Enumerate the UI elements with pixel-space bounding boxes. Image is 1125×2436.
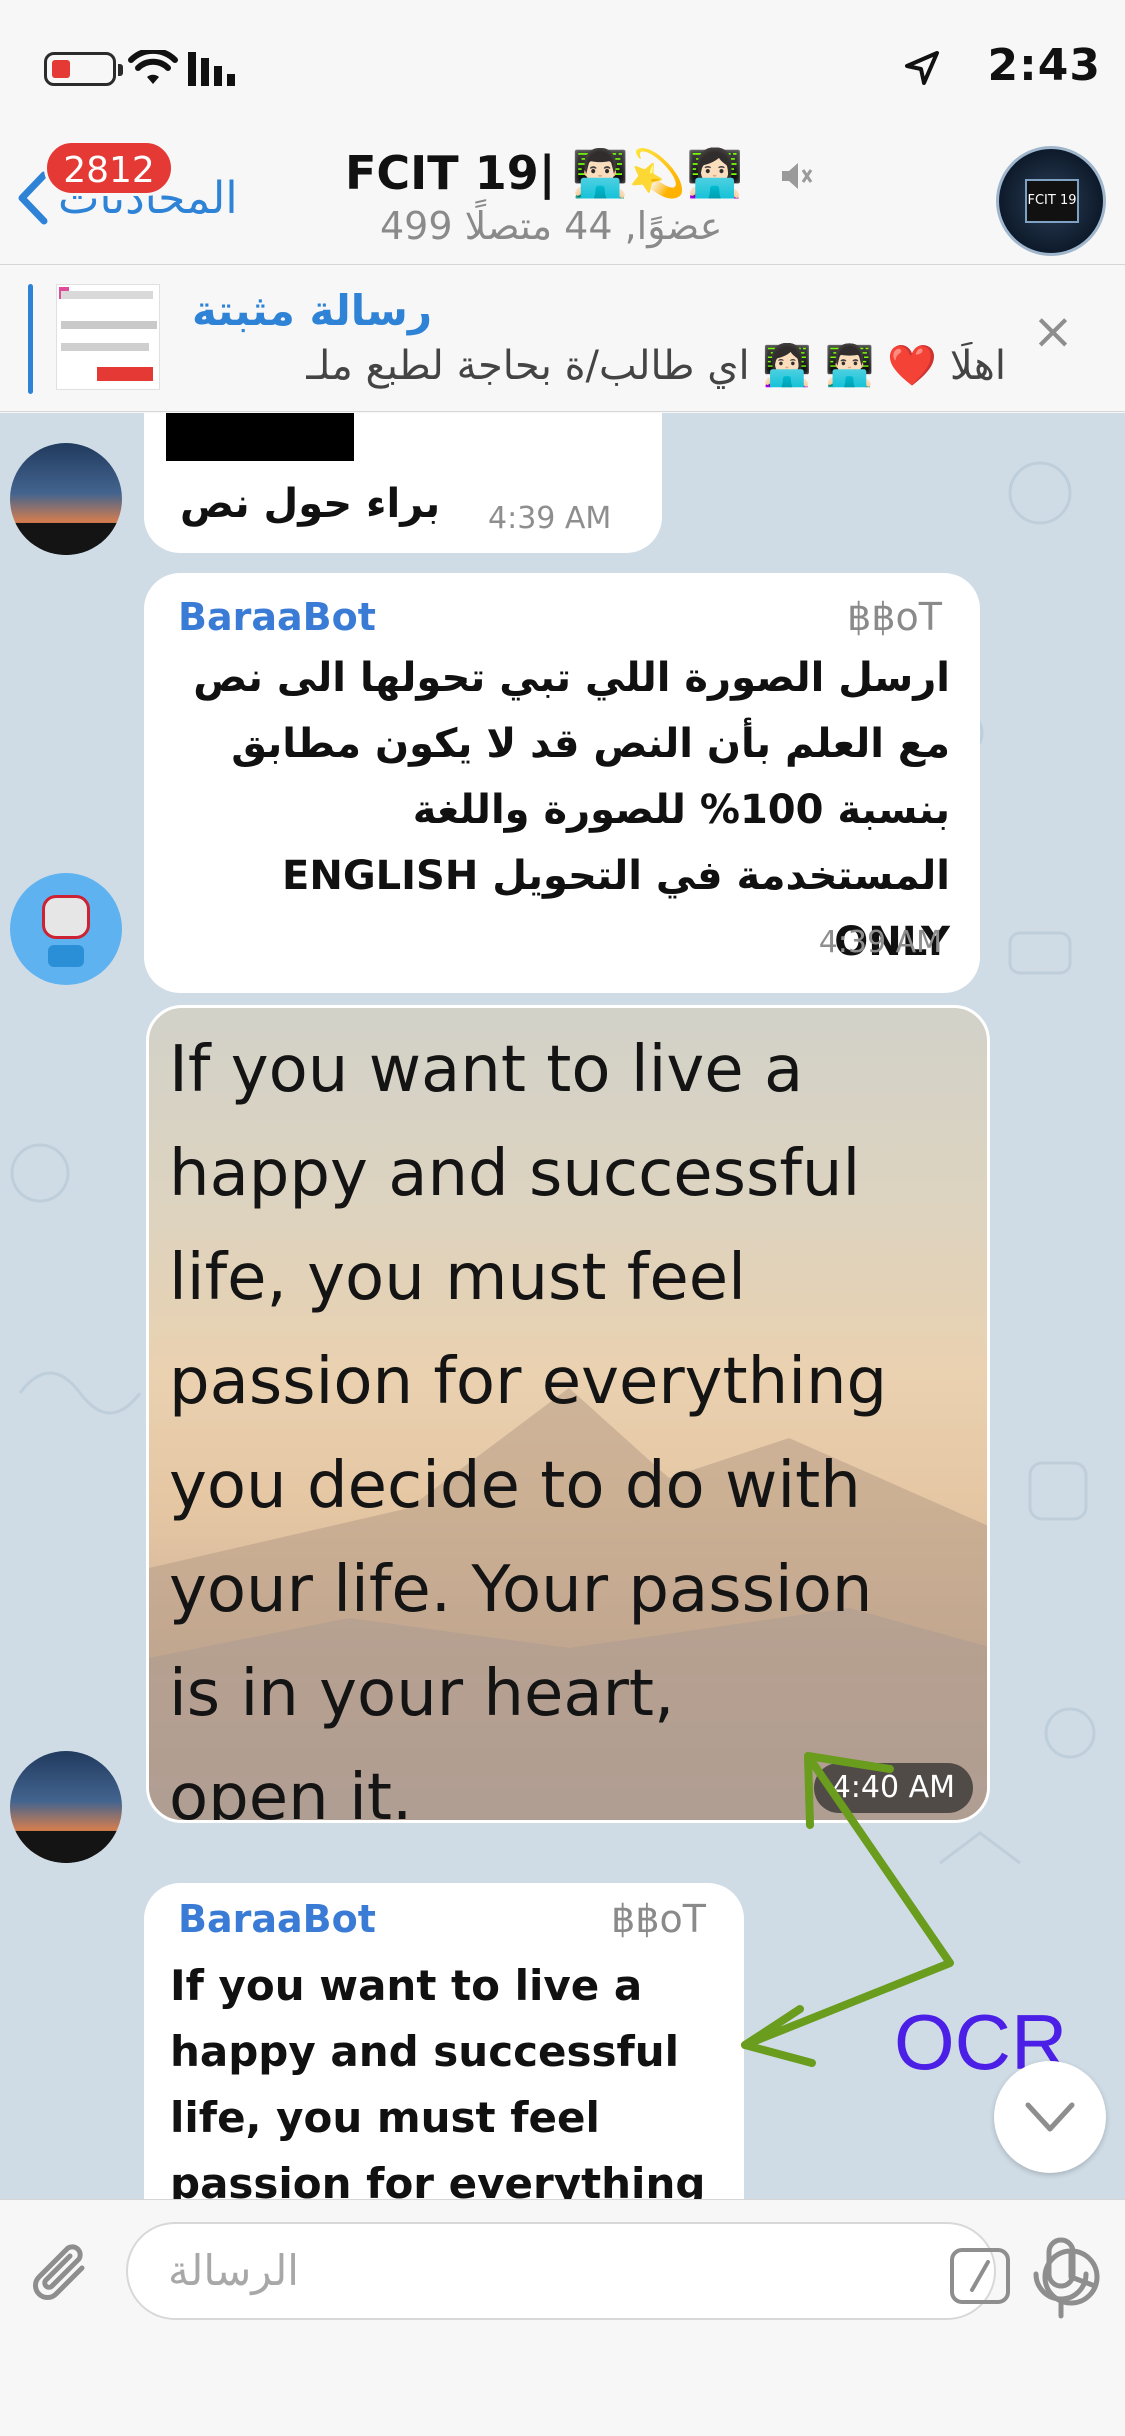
sender-name[interactable]: BaraaBot	[178, 1897, 376, 1941]
unread-badge: 2812	[44, 140, 174, 196]
chat-subtitle: 499 عضوًا, 44 متصلًا	[380, 204, 723, 248]
group-avatar[interactable]: FCIT 19	[996, 146, 1106, 256]
message-text: If you want to live a happy and successf…	[170, 1961, 706, 2199]
signal-icon	[188, 52, 235, 86]
paperclip-icon[interactable]	[26, 2238, 102, 2314]
pinned-thumbnail	[56, 284, 160, 390]
bot-command-icon[interactable]	[950, 2248, 1010, 2304]
location-arrow-icon	[905, 51, 939, 85]
status-time: 2:43	[987, 40, 1101, 91]
bot-tag: ฿฿oT	[847, 595, 942, 639]
avatar-chip-label: FCIT 19	[1025, 179, 1079, 223]
sender-avatar[interactable]	[10, 443, 122, 555]
message-bubble-1[interactable]: براء حول نص 4:39 AM	[144, 413, 662, 553]
scroll-down-button[interactable]	[994, 2061, 1106, 2173]
message-placeholder: الرسالة	[168, 2246, 299, 2295]
chat-header: المحادثات 2812 FCIT 19| 👨🏻‍💻💫👩🏻‍💻 499 عض…	[0, 130, 1125, 265]
image-quote-text: If you want to live a happy and successf…	[169, 1033, 888, 1823]
microphone-icon[interactable]	[1028, 2236, 1094, 2320]
message-time: 4:39 AM	[488, 501, 612, 536]
pinned-text: اهلًا ❤️ 👨🏻‍💻 👩🏻‍💻 اي طالب/ة بحاجة لطبع …	[306, 343, 1006, 389]
sender-avatar[interactable]	[10, 1751, 122, 1863]
chevron-left-icon	[18, 171, 48, 225]
input-bar: الرسالة	[0, 2199, 1125, 2436]
message-text: براء حول نص	[180, 481, 441, 527]
speaker-muted-icon	[782, 163, 813, 189]
image-message[interactable]: If you want to live a happy and successf…	[146, 1005, 990, 1823]
message-bubble-2[interactable]: BaraaBot ฿฿oT ارسل الصورة اللي تبي تحوله…	[144, 573, 980, 993]
chat-title[interactable]: FCIT 19| 👨🏻‍💻💫👩🏻‍💻	[345, 146, 743, 201]
status-bar: 2:43	[0, 0, 1125, 130]
pinned-message[interactable]: رسالة مثبتة اهلًا ❤️ 👨🏻‍💻 👩🏻‍💻 اي طالب/ة…	[0, 266, 1125, 412]
message-bubble-4[interactable]: BaraaBot ฿฿oT If you want to live a happ…	[144, 1883, 744, 2199]
close-icon[interactable]: ×	[1028, 306, 1078, 356]
wifi-icon	[128, 50, 178, 84]
message-time: 4:39 AM	[818, 925, 942, 960]
pinned-title: رسالة مثبتة	[192, 286, 433, 335]
pinned-accent-bar	[28, 284, 33, 394]
chat-area[interactable]: براء حول نص 4:39 AM BaraaBot ฿฿oT ارسل ا…	[0, 413, 1125, 2199]
bot-tag: ฿฿oT	[611, 1897, 706, 1941]
bot-avatar[interactable]	[10, 873, 122, 985]
battery-icon	[44, 52, 123, 86]
sender-name[interactable]: BaraaBot	[178, 595, 376, 639]
message-input[interactable]: الرسالة	[126, 2222, 1100, 2320]
message-time: 4:40 AM	[813, 1763, 973, 1813]
chevron-down-icon	[1025, 2102, 1075, 2132]
redacted-name	[166, 413, 354, 461]
